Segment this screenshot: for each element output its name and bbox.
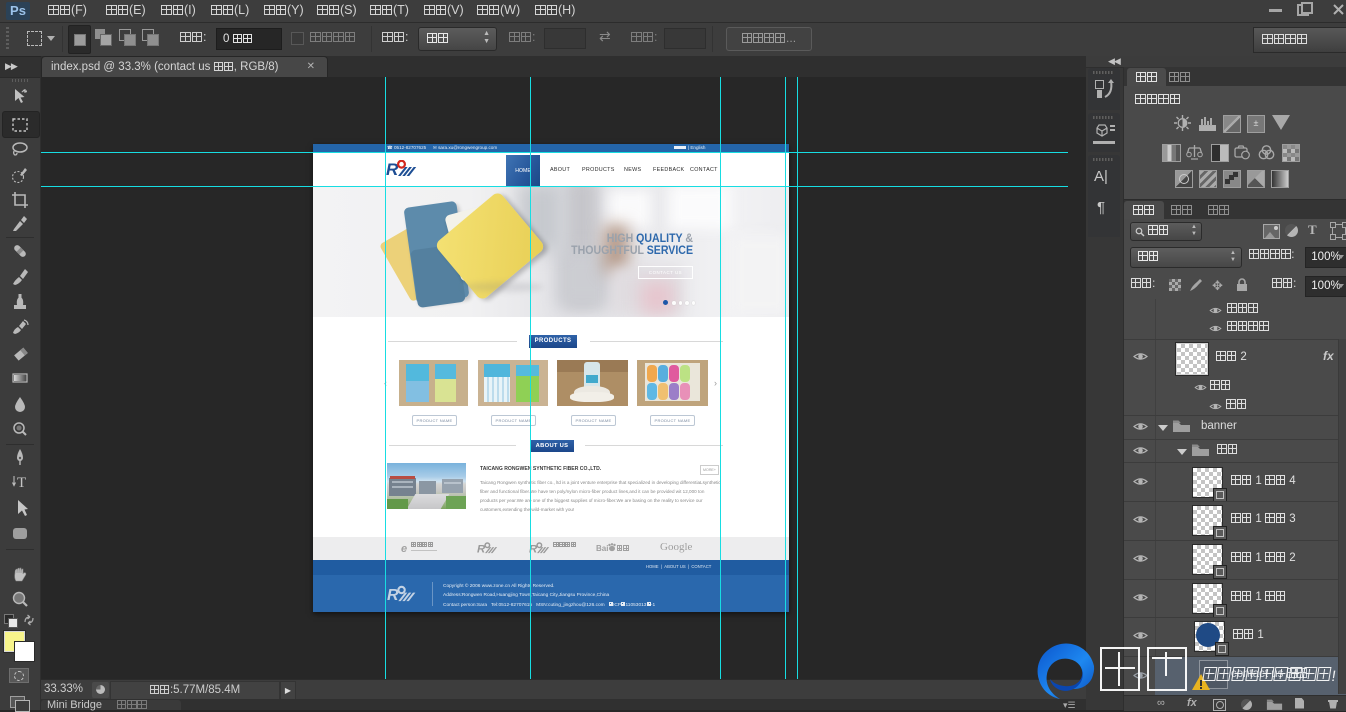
svg-text:R: R [387, 587, 399, 604]
svg-text:T: T [17, 475, 26, 491]
